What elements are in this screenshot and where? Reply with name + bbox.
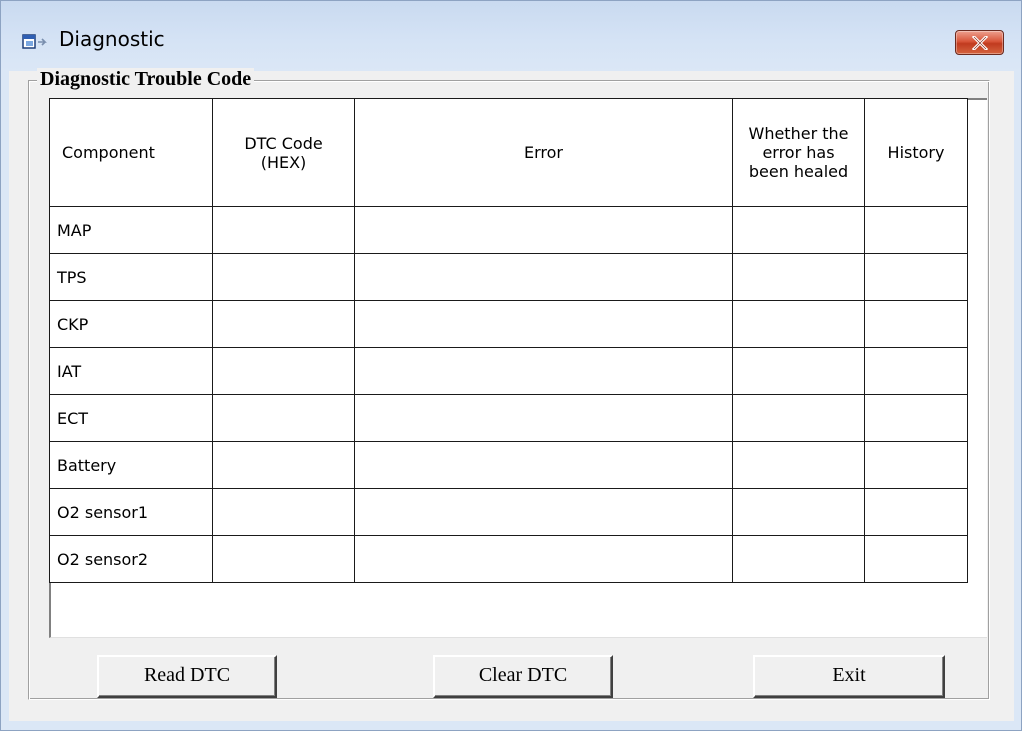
component-cell[interactable]: ECT (49, 394, 213, 442)
column-header-dtc-code[interactable]: DTC Code (HEX) (212, 98, 355, 207)
dtc-code-cell[interactable] (212, 253, 355, 301)
table-row[interactable]: O2 sensor2 (49, 535, 968, 583)
history-cell[interactable] (864, 347, 968, 395)
window-app-icon (21, 31, 49, 55)
dtc-code-cell[interactable] (212, 394, 355, 442)
column-header-error[interactable]: Error (354, 98, 733, 207)
history-cell[interactable] (864, 253, 968, 301)
error-cell[interactable] (354, 441, 733, 489)
error-cell[interactable] (354, 300, 733, 348)
history-cell[interactable] (864, 300, 968, 348)
dtc-code-cell[interactable] (212, 206, 355, 254)
history-cell[interactable] (864, 206, 968, 254)
column-header-history[interactable]: History (864, 98, 968, 207)
group-box-title: Diagnostic Trouble Code (37, 68, 255, 91)
healed-cell[interactable] (732, 206, 865, 254)
read-dtc-button[interactable]: Read DTC (97, 655, 277, 698)
healed-cell[interactable] (732, 347, 865, 395)
healed-cell[interactable] (732, 535, 865, 583)
history-cell[interactable] (864, 535, 968, 583)
error-cell[interactable] (354, 253, 733, 301)
healed-cell[interactable] (732, 300, 865, 348)
exit-button[interactable]: Exit (753, 655, 945, 698)
error-cell[interactable] (354, 206, 733, 254)
table-row[interactable]: ECT (49, 394, 968, 442)
component-cell[interactable]: CKP (49, 300, 213, 348)
close-icon (972, 36, 988, 50)
history-cell[interactable] (864, 394, 968, 442)
table-row[interactable]: TPS (49, 253, 968, 301)
dtc-code-cell[interactable] (212, 300, 355, 348)
error-cell[interactable] (354, 394, 733, 442)
table-row[interactable]: CKP (49, 300, 968, 348)
healed-cell[interactable] (732, 488, 865, 536)
healed-cell[interactable] (732, 253, 865, 301)
table-row[interactable]: O2 sensor1 (49, 488, 968, 536)
component-cell[interactable]: MAP (49, 206, 213, 254)
healed-cell[interactable] (732, 441, 865, 489)
history-cell[interactable] (864, 441, 968, 489)
error-cell[interactable] (354, 488, 733, 536)
component-cell[interactable]: IAT (49, 347, 213, 395)
error-cell[interactable] (354, 347, 733, 395)
table-header-row: Component DTC Code (HEX) Error Whether th… (49, 98, 968, 207)
title-bar[interactable]: Diagnostic (1, 1, 1021, 71)
healed-cell[interactable] (732, 394, 865, 442)
clear-dtc-button[interactable]: Clear DTC (433, 655, 613, 698)
window-title: Diagnostic (59, 27, 165, 51)
component-cell[interactable]: TPS (49, 253, 213, 301)
dtc-code-cell[interactable] (212, 441, 355, 489)
table-row[interactable]: MAP (49, 206, 968, 254)
column-header-component[interactable]: Component (49, 98, 213, 207)
table-row[interactable]: IAT (49, 347, 968, 395)
table-row[interactable]: Battery (49, 441, 968, 489)
dtc-code-cell[interactable] (212, 488, 355, 536)
component-cell[interactable]: Battery (49, 441, 213, 489)
close-button[interactable] (955, 30, 1004, 55)
column-header-healed[interactable]: Whether the error has been healed (732, 98, 865, 207)
error-cell[interactable] (354, 535, 733, 583)
dtc-code-cell[interactable] (212, 347, 355, 395)
history-cell[interactable] (864, 488, 968, 536)
dtc-table[interactable]: Component DTC Code (HEX) Error Whether th… (49, 98, 968, 583)
dtc-code-cell[interactable] (212, 535, 355, 583)
component-cell[interactable]: O2 sensor1 (49, 488, 213, 536)
component-cell[interactable]: O2 sensor2 (49, 535, 213, 583)
